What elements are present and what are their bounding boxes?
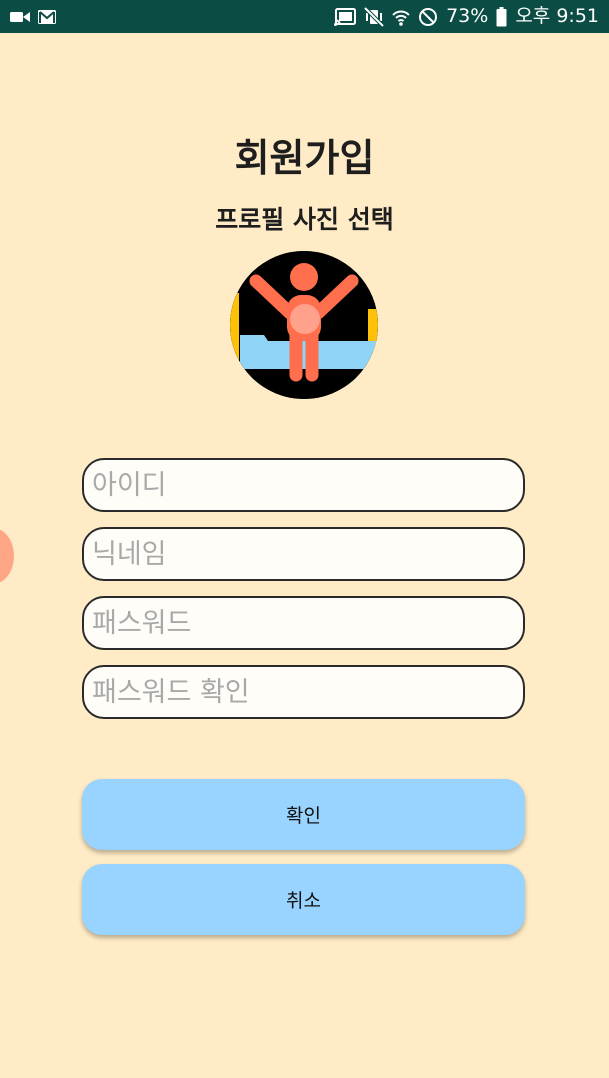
nickname-input[interactable] (82, 527, 525, 581)
profile-photo-picker[interactable] (230, 251, 378, 399)
vibrate-mute-icon (364, 6, 385, 27)
wifi-icon (392, 7, 410, 27)
password-confirm-input[interactable] (82, 665, 525, 719)
video-camera-icon (10, 10, 30, 24)
battery-percentage: 73% (446, 5, 489, 27)
touch-indicator (0, 528, 14, 584)
cast-icon (334, 7, 357, 26)
profile-photo-label: 프로필 사진 선택 (215, 205, 394, 234)
status-bar: 73% 오후 9:51 (0, 0, 609, 33)
status-bar-left (10, 9, 56, 24)
confirm-button[interactable]: 확인 (82, 779, 525, 850)
status-bar-right: 73% 오후 9:51 (334, 5, 599, 27)
person-arms-raised-icon (230, 251, 378, 399)
status-time: 오후 9:51 (515, 5, 599, 27)
battery-icon (496, 6, 507, 27)
password-input[interactable] (82, 596, 525, 650)
id-input[interactable] (82, 458, 525, 512)
page-title: 회원가입 (234, 136, 375, 180)
cancel-button[interactable]: 취소 (82, 864, 525, 935)
do-not-disturb-icon (418, 7, 438, 27)
gmail-icon (38, 9, 56, 24)
